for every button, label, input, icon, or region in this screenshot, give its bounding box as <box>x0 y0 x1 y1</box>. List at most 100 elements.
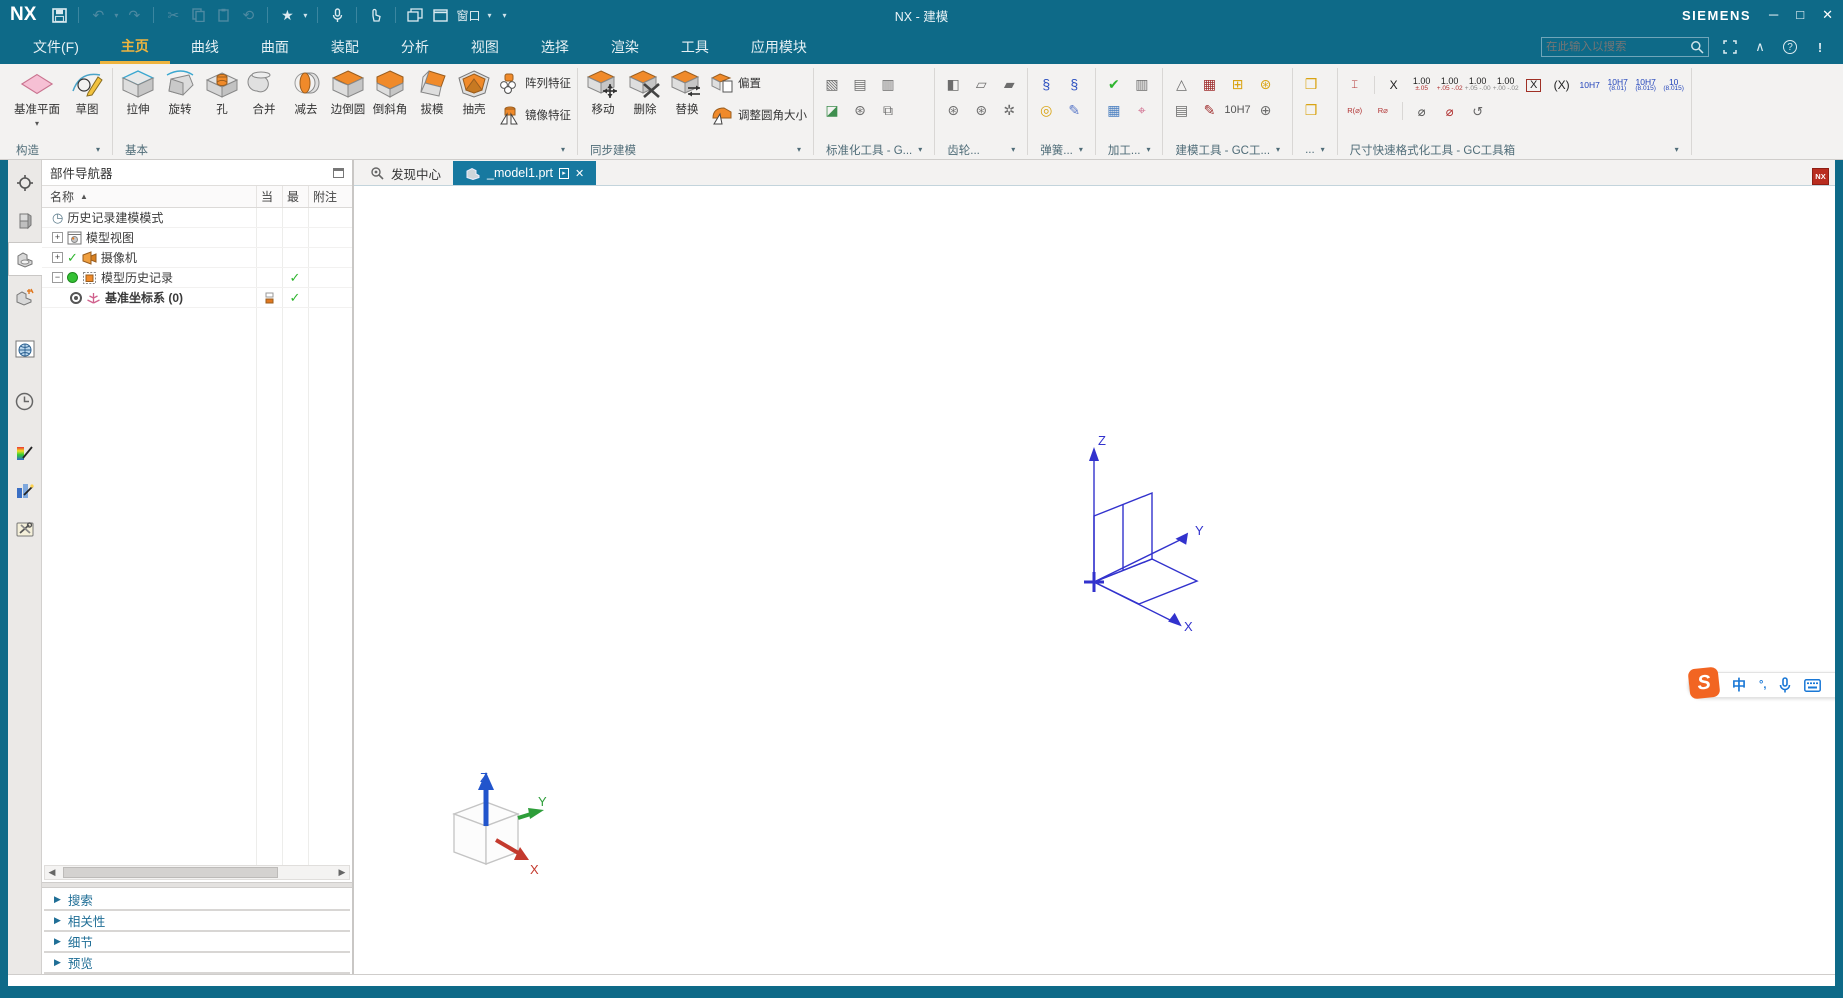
window-menu[interactable]: 窗口 <box>456 7 480 24</box>
ime-skin-icon[interactable] <box>1834 678 1835 692</box>
graphics-canvas[interactable]: Z Y X Z <box>354 186 1835 974</box>
menu-application[interactable]: 应用模块 <box>730 30 828 64</box>
folder-settings-tool-icon[interactable]: ⊛ <box>1253 72 1277 96</box>
sidebar-item-constraint-navigator[interactable] <box>9 280 41 314</box>
copy-icon[interactable] <box>189 6 207 24</box>
tree-row-history-mode[interactable]: ◷历史记录建模模式 <box>42 208 352 228</box>
reset-format-button[interactable]: ↺ <box>1465 99 1491 123</box>
touch-mode-icon[interactable] <box>367 6 385 24</box>
sogou-logo-icon[interactable]: S <box>1688 667 1721 700</box>
ime-toolbar[interactable]: S 中 °, <box>1688 672 1835 698</box>
tolerance-lower-button[interactable]: 1.00+.00 -.02 <box>1493 73 1519 97</box>
visibility-eye-icon[interactable] <box>70 292 82 304</box>
fit-limit3-button[interactable]: 10(8.015) <box>1661 73 1687 97</box>
menu-curve[interactable]: 曲线 <box>170 30 240 64</box>
bevel-gear-tool-icon[interactable]: ✲ <box>997 98 1021 122</box>
sidebar-item-visual-reports[interactable] <box>9 474 41 508</box>
view-orientation-triad[interactable]: Z Y X <box>434 768 549 883</box>
tab-model1-prt[interactable]: _model1.prt ▸ ✕ <box>453 161 596 185</box>
latest-check-icon[interactable]: ✓ <box>290 270 301 286</box>
ribbon-group-label-synchronous[interactable]: 同步建模 ▾ <box>582 140 809 159</box>
export-sheet-tool-icon[interactable]: ⧉ <box>876 98 900 122</box>
redo-icon[interactable]: ↷ <box>125 6 143 24</box>
command-search-box[interactable] <box>1541 37 1709 57</box>
menu-home[interactable]: 主页 <box>100 30 170 64</box>
save-icon[interactable] <box>50 6 68 24</box>
tab-close-icon[interactable]: ✕ <box>575 167 584 180</box>
x-axis-arrow[interactable] <box>1168 612 1183 626</box>
offset-region-button[interactable]: 偏置 <box>710 70 807 96</box>
check-icon[interactable]: ✓ <box>67 250 78 266</box>
navigator-horizontal-scrollbar[interactable]: ◀ ▶ <box>44 865 350 880</box>
tree-row-datum-csys[interactable]: 基准坐标系 (0) ✓ <box>42 288 352 308</box>
yellow-blocks2-tool-icon[interactable]: ❒ <box>1299 98 1323 122</box>
menu-file[interactable]: 文件(F) <box>12 30 100 64</box>
menu-analysis[interactable]: 分析 <box>380 30 450 64</box>
draft-button[interactable]: 拔模 <box>411 66 453 117</box>
note-tool-icon[interactable]: ▤ <box>1169 98 1193 122</box>
menu-surface[interactable]: 曲面 <box>240 30 310 64</box>
paste-icon[interactable] <box>214 6 232 24</box>
sketch-style-tool-icon[interactable]: ▱ <box>969 72 993 96</box>
ime-microphone-icon[interactable] <box>1779 677 1791 693</box>
ribbon-group-label-machining[interactable]: 加工... ▾ <box>1100 140 1159 159</box>
menu-view[interactable]: 视图 <box>450 30 520 64</box>
tree-row-model-history[interactable]: − 模型历史记录 ✓ <box>42 268 352 288</box>
column-latest[interactable]: 最 <box>282 186 308 207</box>
dimension-brush-tool-icon[interactable]: ✎ <box>1197 98 1221 122</box>
cube-add-tool-icon[interactable]: ⊕ <box>1253 98 1277 122</box>
shell-button[interactable]: 抽壳 <box>453 66 495 117</box>
z-axis-arrow[interactable] <box>1089 447 1099 461</box>
diameter-symbol-red-button[interactable]: ⌀ <box>1437 99 1463 123</box>
ribbon-group-label-overflow[interactable]: ... ▾ <box>1297 140 1333 159</box>
section-dependencies[interactable]: ▶相关性 <box>44 911 350 932</box>
minimize-ribbon-icon[interactable]: ▾ <box>502 11 506 20</box>
sidebar-item-tools-palette[interactable] <box>9 512 41 546</box>
sidebar-item-hd3d-tools[interactable] <box>9 436 41 470</box>
latest-check-icon[interactable]: ✓ <box>290 290 301 306</box>
close-button[interactable]: ✕ <box>1822 7 1833 23</box>
tolerance-bilateral-button[interactable]: 1.00+.05 -.02 <box>1437 73 1463 97</box>
tree-row-cameras[interactable]: +✓ 摄像机 <box>42 248 352 268</box>
sidebar-item-part-navigator[interactable] <box>8 242 42 276</box>
undock-panel-icon[interactable] <box>333 168 344 178</box>
paint-tool-icon[interactable]: ◪ <box>820 98 844 122</box>
sidebar-item-selection-filter[interactable] <box>9 166 41 200</box>
ime-language-mode[interactable]: 中 <box>1732 675 1746 695</box>
expand-icon[interactable]: + <box>52 232 63 243</box>
column-current[interactable]: 当 <box>256 186 282 207</box>
view-boundary-tool-icon[interactable]: ▧ <box>820 72 844 96</box>
subtract-button[interactable]: 减去 <box>285 66 327 117</box>
tag-tool-icon[interactable]: ◧ <box>941 72 965 96</box>
section-preview[interactable]: ▶预览 <box>44 953 350 974</box>
machining-check-tool-icon[interactable]: ✔ <box>1102 72 1126 96</box>
triad-y-arrow[interactable] <box>528 808 544 819</box>
alerts-icon[interactable]: ! <box>1811 38 1829 56</box>
move-face-button[interactable]: 移动 <box>582 66 624 117</box>
unite-button[interactable]: 合并 <box>243 66 285 117</box>
search-input[interactable] <box>1546 41 1690 53</box>
yellow-blocks-tool-icon[interactable]: ❒ <box>1299 72 1323 96</box>
panel-splitter[interactable] <box>42 882 352 888</box>
column-name[interactable]: 名称▲ <box>42 186 256 207</box>
fullscreen-icon[interactable] <box>1721 38 1739 56</box>
hole-button[interactable]: 孔 <box>201 66 243 117</box>
annotation-style-tool-icon[interactable]: ▰ <box>997 72 1021 96</box>
chamfer-button[interactable]: 倒斜角 <box>369 66 411 117</box>
help-icon[interactable]: ? <box>1781 38 1799 56</box>
dimension-style-tool-icon[interactable]: ⌶ <box>1342 73 1368 97</box>
diameter-symbol-button[interactable]: ⌀ <box>1409 99 1435 123</box>
machining-csys-tool-icon[interactable]: ⌖ <box>1130 98 1154 122</box>
scroll-left-icon[interactable]: ◀ <box>45 867 59 878</box>
sketch-button[interactable]: 草图 <box>66 66 108 117</box>
cut-icon[interactable]: ✂ <box>164 6 182 24</box>
machining-table-tool-icon[interactable]: ▦ <box>1102 98 1126 122</box>
scrollbar-thumb[interactable] <box>63 867 278 878</box>
favorites-star-icon[interactable]: ★ <box>278 6 296 24</box>
pattern-feature-button[interactable]: 阵列特征 <box>497 70 571 96</box>
layer-settings-tool-icon[interactable]: ▤ <box>848 72 872 96</box>
undo-icon[interactable]: ↶ <box>89 6 107 24</box>
microphone-icon[interactable] <box>328 6 346 24</box>
delete-spring-tool-icon[interactable]: ✎ <box>1062 98 1086 122</box>
nx-theme-badge[interactable]: NX <box>1812 168 1829 185</box>
